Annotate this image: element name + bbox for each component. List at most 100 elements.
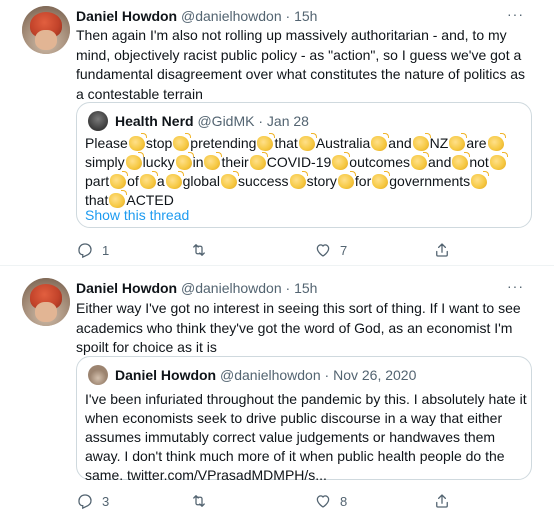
quote-word: that [274,135,298,151]
retweet-button[interactable] [190,491,216,511]
timestamp[interactable]: 15h [294,280,317,296]
quote-word: Please [85,135,128,151]
quote-word: NZ [429,135,449,151]
author-handle[interactable]: @danielhowdon [181,8,282,24]
quoted-tweet[interactable]: Health Nerd @GidMK · Jan 28 Please stop pr… [76,102,532,228]
quote-word: and [388,135,412,151]
clapping-hands-icon [173,133,192,151]
clapping-hands-icon [110,171,129,189]
share-icon [436,494,448,508]
separator: · [281,8,295,24]
quote-word: not [469,154,489,170]
reply-count: 3 [102,493,110,509]
more-options-icon[interactable]: ··· [507,6,524,22]
quote-avatar [88,365,108,385]
retweet-icon [193,244,205,256]
quote-word: outcomes [349,154,410,170]
quoted-tweet[interactable]: Daniel Howdon @danielhowdon · Nov 26, 20… [76,356,532,483]
tweet-text: Then again I'm also not rolling up massi… [76,27,526,102]
reply-count: 1 [102,242,110,258]
tweet-header: Daniel Howdon @danielhowdon · 15h [76,278,317,298]
quote-word: success [237,173,289,189]
quote-word: COVID-19 [266,154,332,170]
separator: · [281,280,295,296]
clapping-hands-icon [411,152,429,170]
clapping-hands-icon [452,152,471,170]
clapping-hands-icon [175,152,194,170]
quote-word: for [354,173,372,189]
clapping-hands-icon [371,133,390,151]
quote-word: global [182,173,220,189]
clapping-hands-icon [128,133,147,151]
clapping-hands-icon [471,171,490,189]
share-icon [436,243,448,257]
quote-timestamp: Nov 26, 2020 [333,367,417,383]
quote-author-name: Daniel Howdon [115,367,217,383]
separator: · [254,113,267,129]
reply-button[interactable]: 3 [76,491,109,511]
tweet[interactable]: Daniel Howdon @danielhowdon · 15h ··· Th… [0,0,554,266]
separator: · [320,367,334,383]
reply-button[interactable]: 1 [76,240,109,260]
clapping-hands-icon [487,133,506,151]
quote-author-handle: @GidMK [197,113,255,129]
quote-word: are [466,135,487,151]
retweet-button[interactable] [190,240,216,260]
heart-icon [316,244,330,257]
like-button[interactable]: 7 [314,240,347,260]
quote-word: lucky [142,154,175,170]
clapping-hands-icon [249,152,268,170]
like-button[interactable]: 8 [314,491,347,511]
quote-word: part [85,173,110,189]
quote-header: Health Nerd @GidMK · Jan 28 [115,111,309,131]
share-button[interactable] [433,491,451,511]
quote-word: and [428,154,452,170]
clapping-hands-icon [257,133,276,151]
author-name[interactable]: Daniel Howdon [76,280,177,296]
clapping-hands-icon [165,171,184,189]
quote-timestamp: Jan 28 [266,113,309,129]
quote-header: Daniel Howdon @danielhowdon · Nov 26, 20… [115,365,416,385]
like-count: 8 [340,493,348,509]
quote-word: simply [85,154,125,170]
clapping-hands-icon [449,133,468,151]
like-count: 7 [340,242,348,258]
clapping-hands-icon [337,171,356,189]
tweet-text: Either way I've got no interest in seein… [76,300,521,355]
show-thread-link[interactable]: Show this thread [85,206,189,225]
quote-word: governments [389,173,471,189]
clapping-hands-icon [139,171,158,189]
clapping-hands-icon [372,171,391,189]
tweet-actions: 1 7 [76,240,496,260]
tweet-actions: 3 8 [76,491,496,511]
quote-word: story [306,173,337,189]
quote-author-handle: @danielhowdon [220,367,321,383]
clapping-hands-icon [412,133,431,151]
retweet-icon [193,495,205,507]
clapping-hands-icon [332,152,351,170]
clapping-hands-icon [125,152,144,170]
clapping-hands-icon [489,152,508,170]
tweet-header: Daniel Howdon @danielhowdon · 15h [76,6,317,26]
quote-text: Please stop pretending that Australia and NZ ar… [85,133,508,210]
heart-icon [316,495,330,508]
more-options-icon[interactable]: ··· [507,278,524,294]
author-name[interactable]: Daniel Howdon [76,8,177,24]
avatar[interactable] [22,6,70,54]
quote-word: stop [145,135,173,151]
quote-word: of [127,173,139,189]
avatar[interactable] [22,278,70,326]
quote-text: I've been infuriated throughout the pand… [85,391,527,483]
quote-word: Australia [315,135,371,151]
quote-avatar [88,111,108,131]
tweet[interactable]: Daniel Howdon @danielhowdon · 15h ··· Ei… [0,266,554,516]
quote-word: their [221,154,249,170]
timestamp[interactable]: 15h [294,8,317,24]
reply-icon [78,243,92,259]
reply-icon [78,494,92,510]
quote-word: in [192,154,204,170]
quote-word: pretending [190,135,257,151]
share-button[interactable] [433,240,451,260]
clapping-hands-icon [289,171,308,189]
author-handle[interactable]: @danielhowdon [181,280,282,296]
